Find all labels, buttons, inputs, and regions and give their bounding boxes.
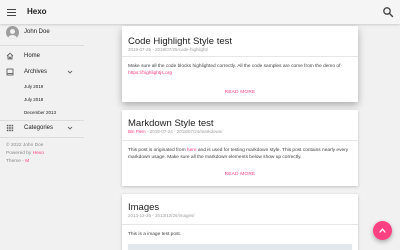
excerpt-text: This post is originated from [128,148,187,153]
sidebar-divider [0,120,84,121]
excerpt-link[interactable]: here [187,148,197,153]
sidebar: John Doe Home Archives July 2019 July 20… [0,24,84,250]
app-title[interactable]: Hexo [27,5,47,19]
post-divider [122,140,358,141]
post-meta: 2019-07-25 - 2019/07/25/code-highlight/ [128,47,209,52]
powered-by-text: Powered by [6,151,33,156]
post-meta: 2013-12-26 - 2013/12/26/images/ [128,213,195,218]
sidebar-divider [0,45,84,46]
post-excerpt: Make sure all the code blocks highlighte… [128,63,352,77]
post-date: - 2018-07-24 - 2018/07/24/markdown/ [145,129,223,134]
powered-by-line: Powered by Hexo [6,150,44,158]
post-excerpt: This post is originated from here and is… [128,147,352,161]
post-title[interactable]: Code Highlight Style test [128,36,232,47]
app-bar: Hexo [0,0,400,24]
archive-icon [6,68,14,76]
sidebar-item-label: Home [24,53,41,59]
read-more-button[interactable]: READ MORE [217,170,263,180]
excerpt-link[interactable]: https://highlightjs.org [128,71,172,76]
sidebar-item-archives[interactable]: Archives [0,66,84,78]
sidebar-divider [0,137,84,138]
sidebar-item-home[interactable]: Home [0,50,84,62]
post-text: This is a image test post. [128,232,182,237]
post-title[interactable]: Markdown Style test [128,118,214,129]
theme-text: Theme - [6,159,26,164]
theme-line: Theme - M [6,158,44,166]
archive-item-july-2019[interactable]: July 2019 [24,82,80,91]
home-icon [6,52,14,60]
read-more-button[interactable]: READ MORE [217,88,263,98]
apps-icon [6,124,14,132]
archive-item-december-2013[interactable]: December 2013 [24,108,80,117]
sidebar-item-label: Categories [24,125,54,131]
excerpt-text: Make sure all the code blocks highlighte… [128,64,341,69]
post-card: Markdown Style test Bin Flem - 2018-07-2… [122,110,358,186]
sidebar-item-categories[interactable]: Categories [0,122,84,134]
chevron-down-icon [67,70,73,74]
profile[interactable]: John Doe [0,24,84,44]
post-image [128,244,352,250]
theme-link[interactable]: M [25,159,29,164]
post-card: Images 2013-12-26 - 2013/12/26/images/ T… [122,194,358,250]
post-divider [122,224,358,225]
sidebar-footer: © 2022 John Doe Powered by Hexo Theme - … [6,142,44,166]
post-author[interactable]: Bin Flem [128,129,146,134]
profile-name: John Doe [24,29,50,35]
copyright-text: © 2022 John Doe [6,143,44,148]
sidebar-item-label: Archives [24,69,48,75]
account-circle-icon [6,26,19,39]
chevron-down-icon [67,126,73,130]
archive-item-july-2018[interactable]: July 2018 [24,95,80,104]
post-card: Code Highlight Style test 2019-07-25 - 2… [122,26,358,102]
post-meta: Bin Flem - 2018-07-24 - 2018/07/24/markd… [128,129,223,135]
post-title[interactable]: Images [128,202,159,213]
hexo-link[interactable]: Hexo [33,151,44,156]
keyboard-arrow-up-icon[interactable] [373,221,392,240]
search-icon[interactable] [382,5,394,18]
menu-icon[interactable] [5,5,19,19]
post-divider [122,56,358,57]
